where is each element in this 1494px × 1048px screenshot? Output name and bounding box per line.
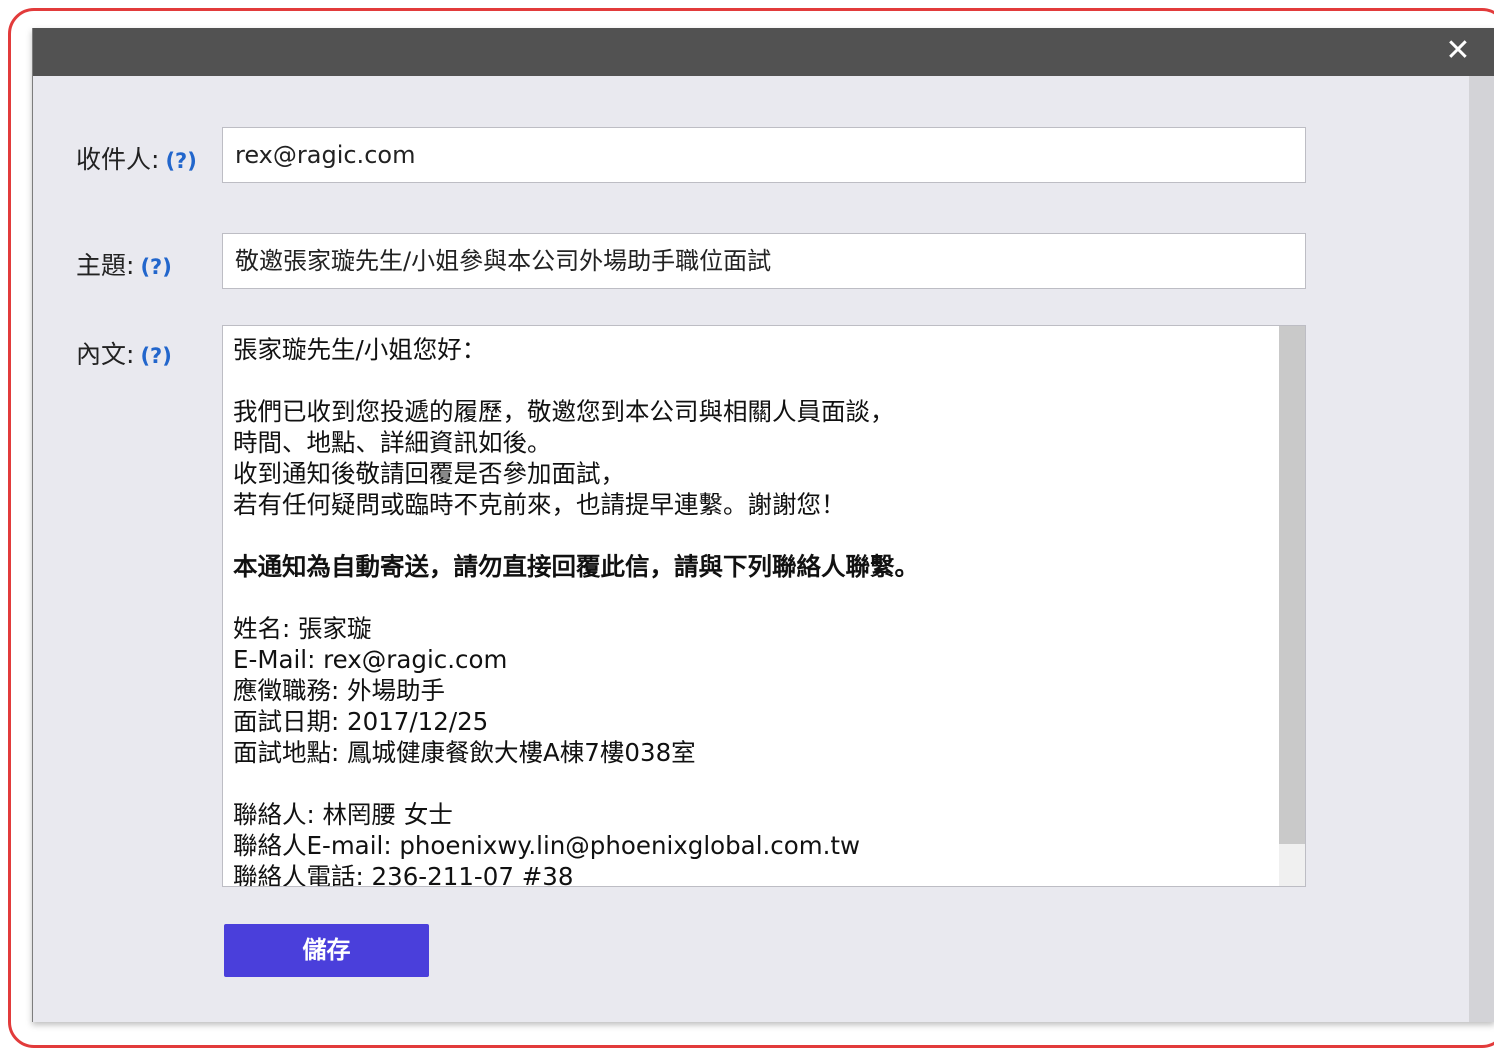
body-line: 張家璇先生/小姐您好： — [233, 335, 487, 364]
recipient-help-link[interactable]: (?) — [165, 149, 196, 173]
body-line: 若有任何疑問或臨時不克前來，也請提早連繫。謝謝您！ — [233, 490, 846, 519]
close-icon[interactable]: ✕ — [1441, 34, 1475, 68]
body-line: 姓名: 張家璇 — [233, 614, 372, 643]
body-line: 時間、地點、詳細資訊如後。 — [233, 428, 552, 457]
email-dialog: ✕ 收件人: (?) rex@ragic.com 主題: (?) 敬邀張家璇先生/小… — [32, 28, 1494, 1022]
dialog-titlebar: ✕ — [33, 28, 1494, 76]
body-label-text: 內文: — [76, 340, 135, 369]
body-line: 面試日期: 2017/12/25 — [233, 707, 489, 736]
body-text: 張家璇先生/小姐您好： 我們已收到您投遞的履歷，敬邀您到本公司與相關人員面談， 時間… — [233, 334, 1275, 887]
subject-input[interactable]: 敬邀張家璇先生/小姐參與本公司外場助手職位面試 — [222, 233, 1306, 289]
body-line — [233, 520, 1275, 551]
body-line: 我們已收到您投遞的履歷，敬邀您到本公司與相關人員面談， — [233, 397, 895, 426]
body-line — [233, 365, 1275, 396]
recipient-label: 收件人: (?) — [76, 140, 197, 176]
body-line: 本通知為自動寄送，請勿直接回覆此信，請與下列聯絡人聯繫。 — [233, 552, 919, 581]
body-label: 內文: (?) — [76, 335, 172, 371]
body-line: 聯絡人: 林罔腰 女士 — [233, 800, 453, 829]
body-line: E-Mail: rex@ragic.com — [233, 645, 508, 674]
body-line: 聯絡人電話: 236-211-07 #38 — [233, 862, 574, 887]
save-button[interactable]: 儲存 — [224, 924, 429, 977]
body-line — [233, 582, 1275, 613]
subject-help-link[interactable]: (?) — [140, 255, 171, 279]
body-scrollbar-thumb[interactable] — [1279, 326, 1305, 844]
recipient-label-text: 收件人: — [76, 145, 160, 174]
subject-label-text: 主題: — [76, 251, 135, 280]
body-scrollbar[interactable] — [1279, 326, 1305, 886]
body-textarea[interactable]: 張家璇先生/小姐您好： 我們已收到您投遞的履歷，敬邀您到本公司與相關人員面談， 時間… — [222, 325, 1306, 887]
body-line: 應徵職務: 外場助手 — [233, 676, 446, 705]
subject-label: 主題: (?) — [76, 246, 172, 282]
body-line: 聯絡人E-mail: phoenixwy.lin@phoenixglobal.c… — [233, 831, 861, 860]
dialog-scrollbar[interactable] — [1469, 76, 1494, 1022]
body-line: 收到通知後敬請回覆是否參加面試， — [233, 459, 625, 488]
body-help-link[interactable]: (?) — [140, 344, 171, 368]
recipient-input[interactable]: rex@ragic.com — [222, 127, 1306, 183]
body-line — [233, 768, 1275, 799]
body-line: 面試地點: 鳳城健康餐飲大樓A棟7樓038室 — [233, 738, 696, 767]
